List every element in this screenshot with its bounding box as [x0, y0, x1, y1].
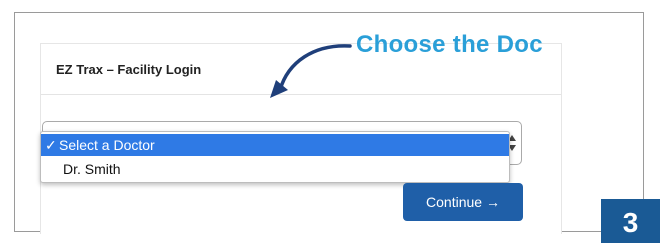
doctor-dropdown-list: ✓ Select a Doctor Dr. Smith	[40, 131, 510, 183]
curved-arrow-icon	[270, 44, 352, 98]
option-label: Dr. Smith	[63, 161, 121, 177]
continue-button[interactable]: Continue →	[403, 183, 523, 221]
option-dr-smith[interactable]: Dr. Smith	[41, 158, 509, 180]
checkmark-icon: ✓	[45, 137, 57, 153]
panel-title: EZ Trax – Facility Login	[56, 62, 202, 77]
option-select-a-doctor[interactable]: ✓ Select a Doctor	[41, 134, 509, 156]
step-number-badge: 3	[601, 199, 660, 243]
annotation-callout: Choose the Doc	[356, 31, 543, 58]
option-label: Select a Doctor	[59, 137, 155, 153]
